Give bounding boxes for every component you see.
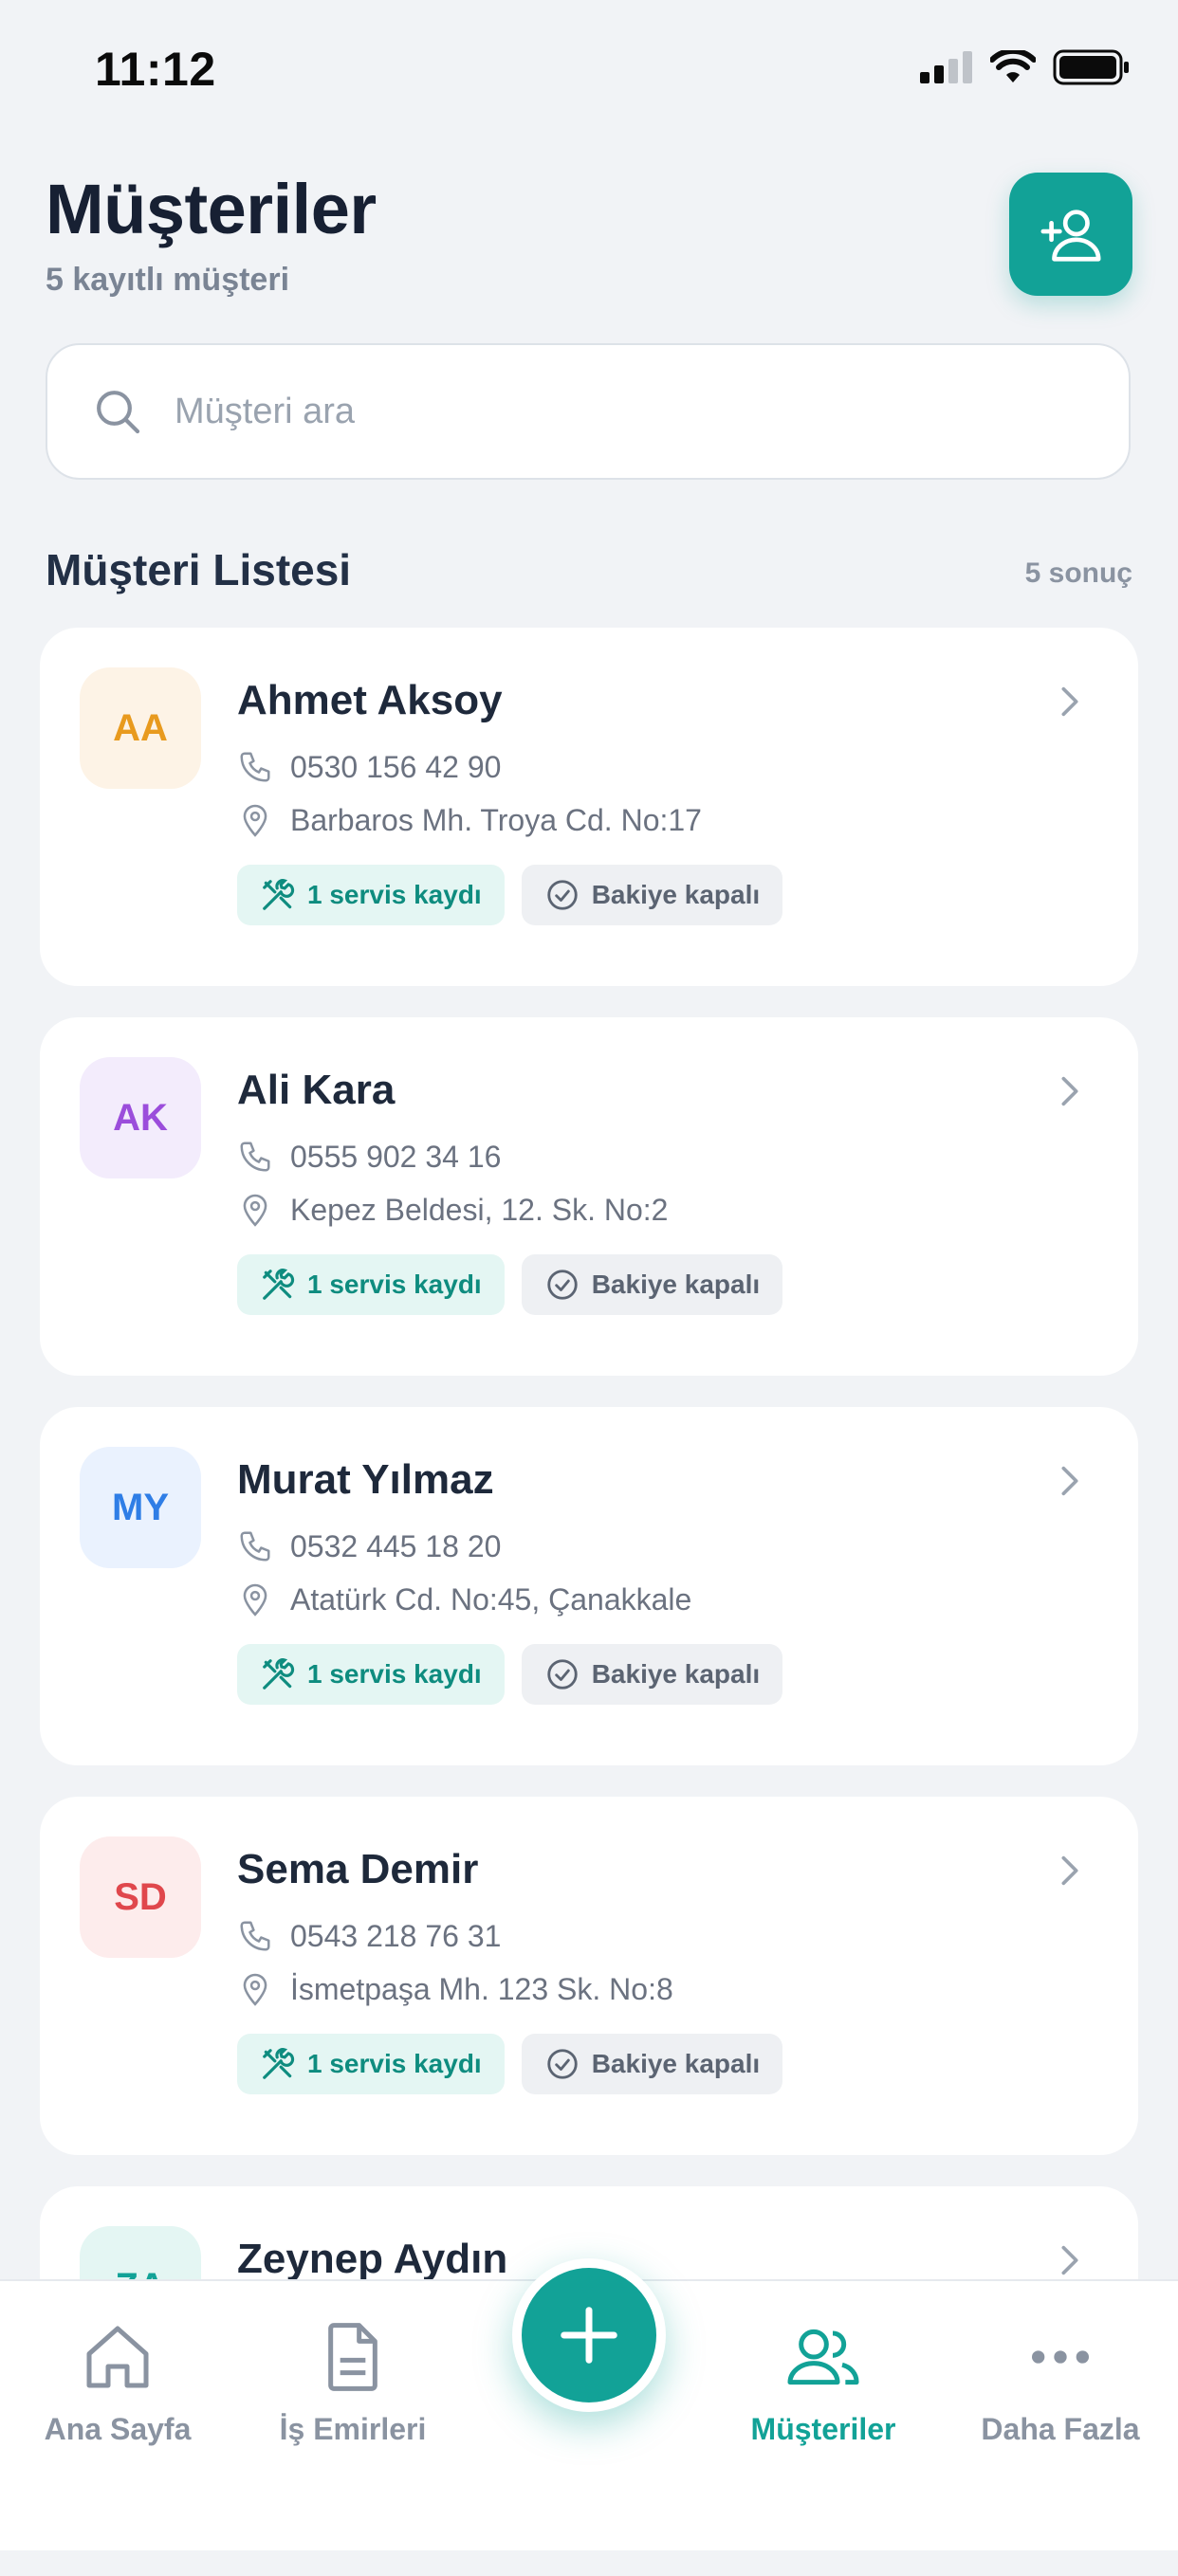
customer-card[interactable]: SD Sema Demir 0543 218 76 31 İsmetpaşa M… xyxy=(40,1797,1138,2155)
status-time: 11:12 xyxy=(95,43,216,96)
phone-row: 0543 218 76 31 xyxy=(237,1918,501,1954)
balance-badge: Bakiye kapalı xyxy=(521,2034,783,2094)
check-circle-icon xyxy=(547,2049,578,2079)
phone-icon xyxy=(240,1531,270,1562)
balance-status: Bakiye kapalı xyxy=(591,880,761,909)
tools-icon xyxy=(263,1658,295,1690)
check-circle-icon xyxy=(547,1270,578,1300)
page-title: Müşteriler xyxy=(46,170,377,248)
phone-row: 0555 902 34 16 xyxy=(237,1139,501,1175)
chevron-right-icon xyxy=(1061,1076,1078,1106)
service-count: 1 servis kaydı xyxy=(307,1270,482,1299)
service-badge: 1 servis kaydı xyxy=(237,1644,505,1705)
customer-card[interactable]: AK Ali Kara 0555 902 34 16 Kepez Beldesi… xyxy=(40,1017,1138,1376)
search-input[interactable] xyxy=(173,390,1068,433)
balance-status: Bakiye kapalı xyxy=(591,1659,761,1689)
home-icon xyxy=(86,2326,149,2388)
customer-card[interactable]: AA Ahmet Aksoy 0530 156 42 90 Barbaros M… xyxy=(40,628,1138,986)
section-title: Müşteri Listesi xyxy=(46,545,352,594)
nav-label-work-orders: İş Emirleri xyxy=(279,2412,427,2446)
avatar: MY xyxy=(80,1447,201,1568)
location-pin-icon xyxy=(243,1583,267,1617)
badges: 1 servis kaydı Bakiye kapalı xyxy=(237,2034,783,2094)
tools-icon xyxy=(263,1269,295,1300)
status-bar: 11:12 xyxy=(0,0,1178,142)
chevron-right-icon xyxy=(1061,1466,1078,1496)
customer-name: Zeynep Aydın xyxy=(237,2236,508,2282)
phone-number: 0530 156 42 90 xyxy=(290,749,502,784)
service-count: 1 servis kaydı xyxy=(307,1659,482,1689)
service-badge: 1 servis kaydı xyxy=(237,865,505,925)
add-customer-button[interactable] xyxy=(1009,173,1132,296)
service-count: 1 servis kaydı xyxy=(307,2049,482,2078)
address-row: Kepez Beldesi, 12. Sk. No:2 xyxy=(237,1192,668,1228)
signal-icon xyxy=(920,51,972,83)
phone-number: 0555 902 34 16 xyxy=(290,1139,502,1174)
page-subtitle: 5 kayıtlı müşteri xyxy=(46,262,290,298)
address-row: Barbaros Mh. Troya Cd. No:17 xyxy=(237,802,702,838)
service-badge: 1 servis kaydı xyxy=(237,2034,505,2094)
address: Kepez Beldesi, 12. Sk. No:2 xyxy=(290,1192,669,1227)
address: Barbaros Mh. Troya Cd. No:17 xyxy=(290,802,702,837)
search-box[interactable] xyxy=(46,343,1131,480)
service-badge: 1 servis kaydı xyxy=(237,1254,505,1315)
location-pin-icon xyxy=(243,1194,267,1227)
user-plus-icon xyxy=(1040,210,1101,262)
customer-name: Murat Yılmaz xyxy=(237,1456,494,1503)
customer-card[interactable]: MY Murat Yılmaz 0532 445 18 20 Atatürk C… xyxy=(40,1407,1138,1765)
balance-badge: Bakiye kapalı xyxy=(521,865,783,925)
phone-row: 0530 156 42 90 xyxy=(237,749,501,785)
phone-row: 0532 445 18 20 xyxy=(237,1528,501,1564)
address: Atatürk Cd. No:45, Çanakkale xyxy=(290,1581,692,1617)
search-icon xyxy=(97,391,140,434)
nav-label-home: Ana Sayfa xyxy=(44,2412,192,2446)
document-icon xyxy=(328,2323,377,2391)
avatar: AK xyxy=(80,1057,201,1178)
status-icons xyxy=(920,49,1131,85)
address-row: İsmetpaşa Mh. 123 Sk. No:8 xyxy=(237,1971,673,2007)
badges: 1 servis kaydı Bakiye kapalı xyxy=(237,1254,783,1315)
balance-badge: Bakiye kapalı xyxy=(521,1254,783,1315)
nav-item-work-orders[interactable]: İş Emirleri xyxy=(235,2319,470,2447)
customer-name: Ahmet Aksoy xyxy=(237,677,503,723)
avatar: AA xyxy=(80,667,201,789)
address: İsmetpaşa Mh. 123 Sk. No:8 xyxy=(290,1971,673,2006)
balance-status: Bakiye kapalı xyxy=(591,2049,761,2078)
check-circle-icon xyxy=(547,880,578,910)
customer-name: Sema Demir xyxy=(237,1846,479,1892)
badges: 1 servis kaydı Bakiye kapalı xyxy=(237,1644,783,1705)
tools-icon xyxy=(263,2048,295,2079)
result-count: 5 sonuç xyxy=(1024,557,1132,589)
phone-number: 0532 445 18 20 xyxy=(290,1528,502,1563)
nav-label-customers: Müşteriler xyxy=(750,2412,896,2446)
chevron-right-icon xyxy=(1061,686,1078,717)
avatar: SD xyxy=(80,1836,201,1958)
service-count: 1 servis kaydı xyxy=(307,880,482,909)
balance-badge: Bakiye kapalı xyxy=(521,1644,783,1705)
phone-icon xyxy=(240,1921,270,1951)
wifi-icon xyxy=(990,50,1036,82)
nav-item-more[interactable]: Daha Fazla xyxy=(943,2319,1178,2447)
phone-icon xyxy=(240,1142,270,1172)
badges: 1 servis kaydı Bakiye kapalı xyxy=(237,865,783,925)
users-icon xyxy=(787,2329,859,2385)
balance-status: Bakiye kapalı xyxy=(591,1270,761,1299)
check-circle-icon xyxy=(547,1659,578,1690)
phone-number: 0543 218 76 31 xyxy=(290,1918,502,1953)
battery-icon xyxy=(1053,49,1129,85)
plus-icon xyxy=(561,2307,617,2364)
chevron-right-icon xyxy=(1061,2245,1078,2275)
location-pin-icon xyxy=(243,804,267,837)
create-button[interactable] xyxy=(512,2258,666,2412)
phone-icon xyxy=(240,752,270,782)
location-pin-icon xyxy=(243,1973,267,2006)
tools-icon xyxy=(263,879,295,910)
chevron-right-icon xyxy=(1061,1855,1078,1886)
nav-item-customers[interactable]: Müşteriler xyxy=(706,2319,941,2447)
address-row: Atatürk Cd. No:45, Çanakkale xyxy=(237,1581,691,1617)
more-dots-icon xyxy=(1032,2350,1089,2364)
nav-item-home[interactable]: Ana Sayfa xyxy=(0,2319,235,2447)
nav-label-more: Daha Fazla xyxy=(981,2412,1140,2446)
customer-name: Ali Kara xyxy=(237,1067,396,1113)
